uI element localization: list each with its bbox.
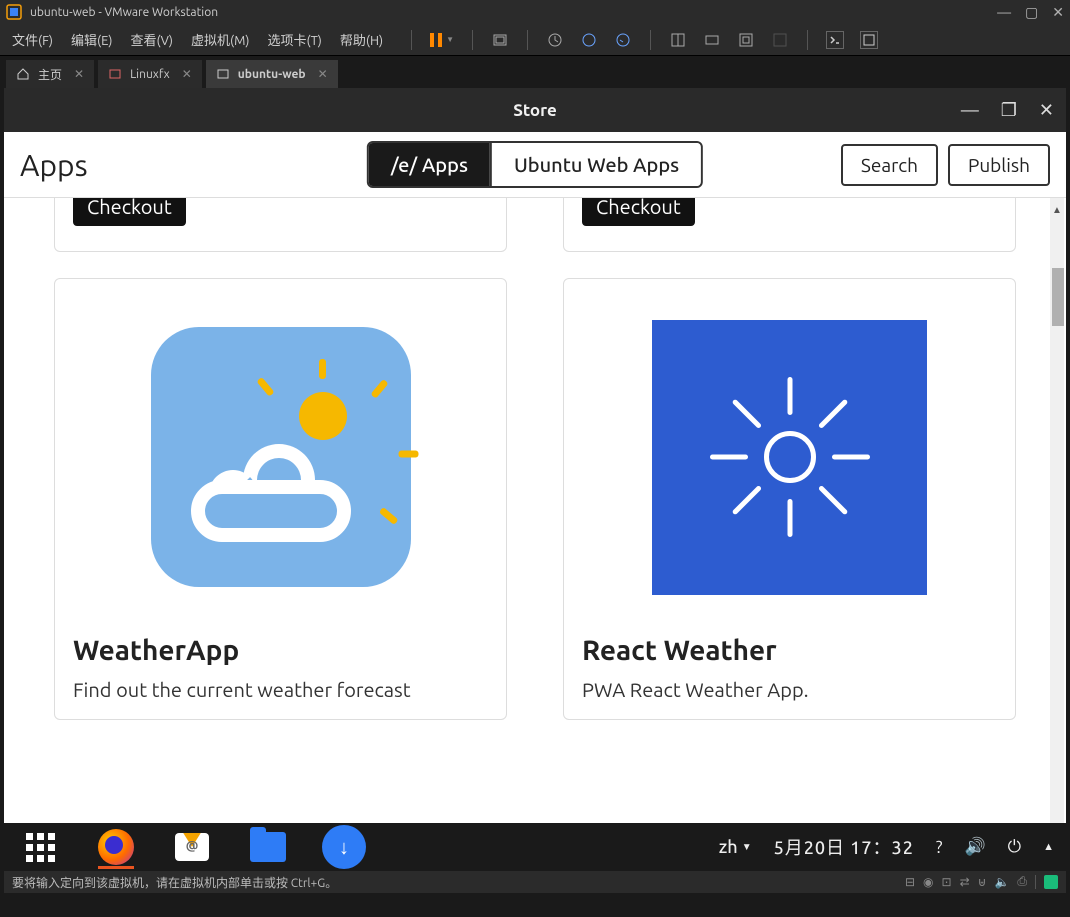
app-card-partial[interactable]: Checkout — [563, 198, 1016, 252]
pause-button[interactable]: ▼ — [430, 33, 454, 47]
apps-heading: Apps — [20, 148, 88, 182]
store-content: ▲ Checkout Checkout — [4, 198, 1066, 871]
view-single-icon[interactable] — [669, 31, 687, 49]
checkout-button[interactable]: Checkout — [73, 198, 186, 226]
folder-icon — [250, 832, 286, 862]
vmware-titlebar: ubuntu-web - VMware Workstation — ▢ ✕ — [0, 0, 1070, 24]
fullscreen-icon[interactable] — [737, 31, 755, 49]
close-icon[interactable]: ✕ — [182, 67, 192, 81]
separator — [472, 30, 473, 50]
menu-edit[interactable]: 编辑(E) — [71, 30, 112, 49]
menu-help[interactable]: 帮助(H) — [340, 30, 383, 49]
download-icon: ↓ — [322, 825, 366, 869]
maximize-icon[interactable]: ▢ — [1025, 4, 1038, 21]
category-toggle: /e/ Apps Ubuntu Web Apps — [367, 141, 703, 188]
vmware-logo-icon — [6, 4, 22, 20]
react-weather-icon — [582, 297, 997, 617]
store-titlebar: Store — ❐ ✕ — [4, 88, 1066, 132]
view-multi-icon[interactable] — [703, 31, 721, 49]
close-icon[interactable]: ✕ — [1052, 4, 1064, 21]
close-icon[interactable]: ✕ — [318, 67, 328, 81]
help-icon[interactable]: ? — [936, 838, 943, 857]
vmware-window-title: ubuntu-web - VMware Workstation — [30, 6, 997, 19]
downloads-button[interactable]: ↓ — [320, 823, 368, 871]
store-toolbar: Apps /e/ Apps Ubuntu Web Apps Search Pub… — [4, 132, 1066, 198]
tab-home-label: 主页 — [38, 66, 62, 83]
snapshot-icon[interactable] — [491, 31, 509, 49]
vmware-menubar: 文件(F) 编辑(E) 查看(V) 虚拟机(M) 选项卡(T) 帮助(H) ▼ — [0, 24, 1070, 56]
ime-label: zh — [719, 837, 738, 857]
store-window-title: Store — [513, 101, 557, 120]
separator — [527, 30, 528, 50]
apps-grid-icon — [26, 833, 55, 862]
power-icon[interactable]: ⏻ — [1008, 837, 1021, 857]
toggle-ubuntu-web-apps[interactable]: Ubuntu Web Apps — [490, 143, 701, 186]
device-sound-icon[interactable]: 🔈 — [994, 875, 1009, 889]
device-usb-icon[interactable]: ⊎ — [978, 875, 987, 889]
app-card-react-weather[interactable]: React Weather PWA React Weather App. — [563, 278, 1016, 720]
tab-home[interactable]: 主页 ✕ — [6, 60, 94, 88]
menu-vm[interactable]: 虚拟机(M) — [191, 30, 250, 49]
mail-button[interactable] — [168, 823, 216, 871]
clock-icon[interactable] — [546, 31, 564, 49]
clock-revert-icon[interactable] — [614, 31, 632, 49]
search-button[interactable]: Search — [841, 144, 938, 186]
tab-linuxfx-label: Linuxfx — [130, 68, 170, 81]
weatherapp-icon — [73, 297, 488, 617]
guest-vm-display: Store — ❐ ✕ Apps /e/ Apps Ubuntu Web App… — [4, 88, 1066, 893]
tab-ubuntu-label: ubuntu-web — [238, 68, 306, 81]
separator — [411, 30, 412, 50]
device-printer-icon[interactable]: ⎙ — [1017, 875, 1027, 889]
app-card-weatherapp[interactable]: WeatherApp Find out the current weather … — [54, 278, 507, 720]
files-button[interactable] — [244, 823, 292, 871]
input-method-indicator[interactable]: zh ▼ — [719, 837, 752, 857]
console-icon[interactable] — [826, 31, 844, 49]
vm-icon — [108, 67, 122, 81]
publish-button[interactable]: Publish — [948, 144, 1050, 186]
maximize-icon[interactable]: ❐ — [1001, 100, 1017, 121]
menu-view[interactable]: 查看(V) — [131, 30, 173, 49]
separator — [807, 30, 808, 50]
minimize-icon[interactable]: — — [997, 4, 1011, 21]
unity-icon[interactable] — [771, 31, 789, 49]
separator — [1035, 875, 1036, 889]
chevron-up-icon[interactable]: ▲ — [1043, 841, 1054, 853]
separator — [650, 30, 651, 50]
volume-icon[interactable]: 🔊 — [964, 837, 985, 857]
stretch-icon[interactable] — [860, 31, 878, 49]
device-floppy-icon[interactable]: ⊡ — [942, 875, 952, 889]
status-message: 要将输入定向到该虚拟机，请在虚拟机内部单击或按 Ctrl+G。 — [12, 874, 905, 891]
chevron-down-icon: ▼ — [742, 841, 752, 853]
menu-tabs[interactable]: 选项卡(T) — [267, 30, 321, 49]
app-description: PWA React Weather App. — [582, 678, 997, 701]
device-network-icon[interactable]: ⇄ — [960, 875, 970, 889]
minimize-icon[interactable]: — — [961, 100, 979, 121]
clock[interactable]: 5月20日 17：32 — [774, 834, 914, 860]
vm-running-indicator[interactable] — [1044, 875, 1058, 889]
app-card-partial[interactable]: Checkout — [54, 198, 507, 252]
device-disk-icon[interactable]: ⊟ — [905, 875, 915, 889]
app-title: WeatherApp — [73, 635, 488, 666]
checkout-button[interactable]: Checkout — [582, 198, 695, 226]
firefox-icon — [98, 829, 134, 865]
ubuntu-taskbar: ↓ zh ▼ 5月20日 17：32 ? 🔊 ⏻ ▲ — [4, 823, 1066, 871]
vmware-statusbar: 要将输入定向到该虚拟机，请在虚拟机内部单击或按 Ctrl+G。 ⊟ ◉ ⊡ ⇄ … — [4, 871, 1066, 893]
clock-manage-icon[interactable] — [580, 31, 598, 49]
close-icon[interactable]: ✕ — [1039, 100, 1054, 121]
vmware-tabs: 主页 ✕ Linuxfx ✕ ubuntu-web ✕ — [0, 56, 1070, 88]
menu-file[interactable]: 文件(F) — [12, 30, 53, 49]
app-description: Find out the current weather forecast — [73, 678, 488, 701]
vm-icon — [216, 67, 230, 81]
device-cd-icon[interactable]: ◉ — [923, 875, 933, 889]
tab-ubuntu-web[interactable]: ubuntu-web ✕ — [206, 60, 338, 88]
mail-icon — [175, 833, 209, 861]
apps-launcher-button[interactable] — [16, 823, 64, 871]
close-icon[interactable]: ✕ — [74, 67, 84, 81]
tab-linuxfx[interactable]: Linuxfx ✕ — [98, 60, 202, 88]
firefox-button[interactable] — [92, 823, 140, 871]
home-icon — [16, 67, 30, 81]
toggle-e-apps[interactable]: /e/ Apps — [369, 143, 490, 186]
app-title: React Weather — [582, 635, 997, 666]
